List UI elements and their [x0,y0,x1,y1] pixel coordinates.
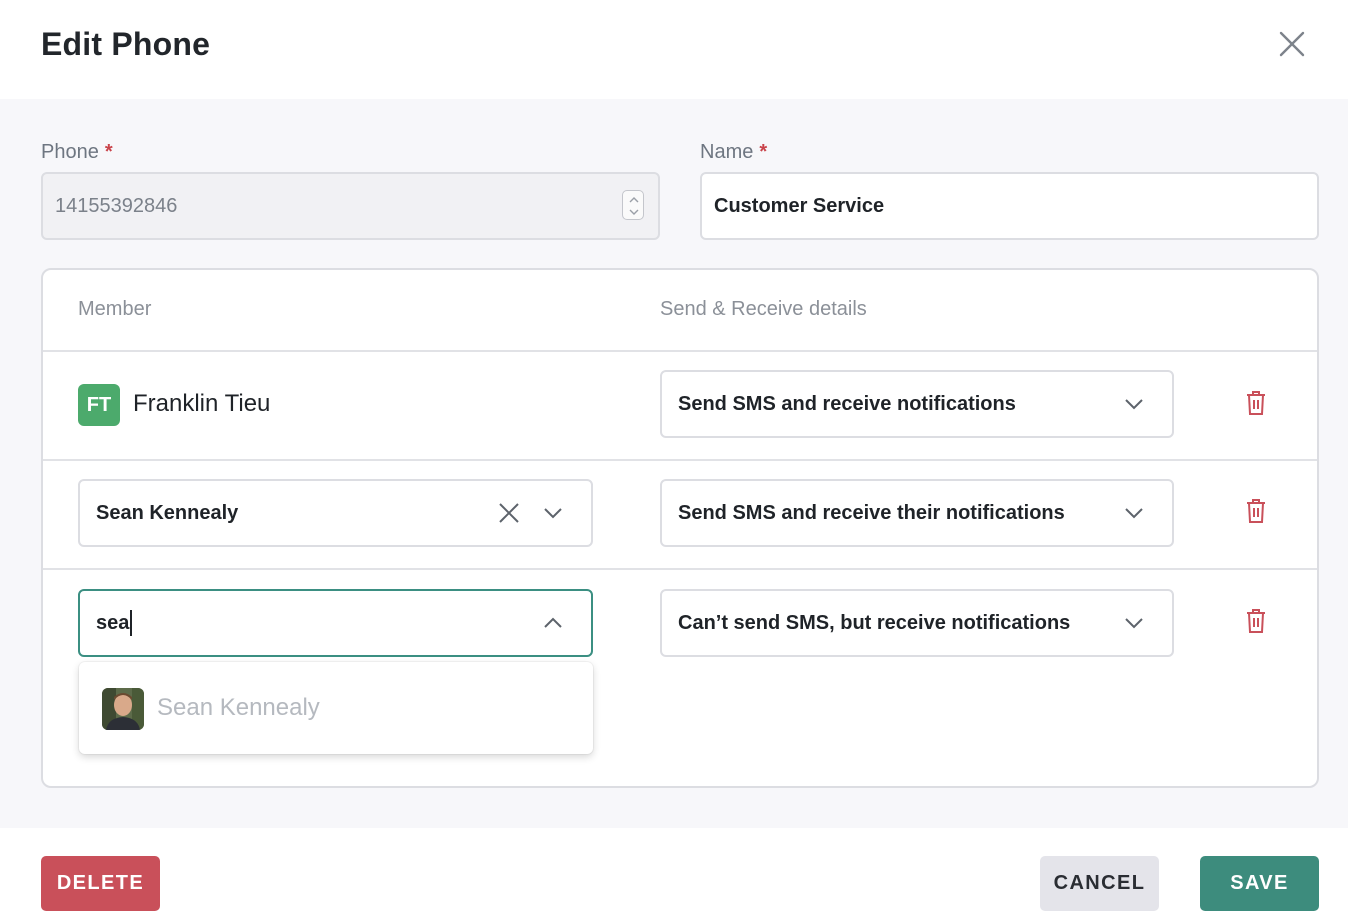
phone-input[interactable]: 14155392846 [41,172,660,240]
user-photo-icon [102,688,144,730]
row-divider [43,350,1317,352]
delete-member-button[interactable] [1243,497,1269,525]
name-label-text: Name [700,141,754,163]
details-select-value: Send SMS and receive notifications [678,392,1016,415]
trash-icon [1247,391,1265,415]
name-input[interactable]: Customer Service [700,172,1319,240]
dialog-footer: DELETE CANCEL SAVE [0,828,1348,922]
avatar: FT [78,384,120,426]
name-value: Customer Service [714,194,885,217]
cancel-button[interactable]: CANCEL [1040,856,1159,911]
row-divider [43,568,1317,570]
chevron-down-icon [544,508,562,519]
dialog-title: Edit Phone [41,26,211,62]
text-caret [130,610,133,636]
member-search-value: sea [96,611,130,634]
name-label: Name * [700,141,767,164]
required-marker: * [759,141,768,163]
member-name: Franklin Tieu [133,390,271,417]
dialog-header: Edit Phone [0,0,1348,99]
details-select[interactable]: Can’t send SMS, but receive notification… [660,589,1174,657]
row-divider [43,459,1317,461]
chevron-down-icon [1125,618,1143,629]
delete-member-button[interactable] [1243,389,1269,417]
number-stepper[interactable] [622,190,644,220]
avatar [102,688,144,730]
stepper-arrows-icon [629,197,639,215]
dropdown-option-label: Sean Kennealy [157,694,320,721]
delete-button[interactable]: DELETE [41,856,160,911]
close-button[interactable] [1274,26,1310,62]
column-header-details: Send & Receive details [660,298,867,320]
details-select[interactable]: Send SMS and receive notifications [660,370,1174,438]
trash-icon [1247,499,1265,523]
trash-icon [1247,609,1265,633]
chevron-down-icon [1125,508,1143,519]
clear-icon[interactable] [497,501,521,525]
details-select-value: Can’t send SMS, but receive notification… [678,611,1071,634]
member-search-input[interactable]: sea [78,589,593,657]
member-dropdown: Sean Kennealy [79,662,593,754]
phone-label-text: Phone [41,141,99,163]
dropdown-option[interactable]: Sean Kennealy [79,662,593,754]
member-select-value: Sean Kennealy [96,501,239,524]
required-marker: * [104,141,113,163]
details-select[interactable]: Send SMS and receive their notifications [660,479,1174,547]
delete-member-button[interactable] [1243,607,1269,635]
column-header-member: Member [78,298,152,320]
phone-value: 14155392846 [55,194,178,217]
chevron-up-icon [544,617,562,628]
chevron-down-icon [1125,399,1143,410]
details-select-value: Send SMS and receive their notifications [678,501,1065,524]
member-select[interactable]: Sean Kennealy [78,479,593,547]
save-button[interactable]: SAVE [1200,856,1319,911]
close-icon [1279,31,1305,57]
phone-label: Phone * [41,141,113,164]
members-table: Member Send & Receive details FT Frankli… [41,268,1319,788]
